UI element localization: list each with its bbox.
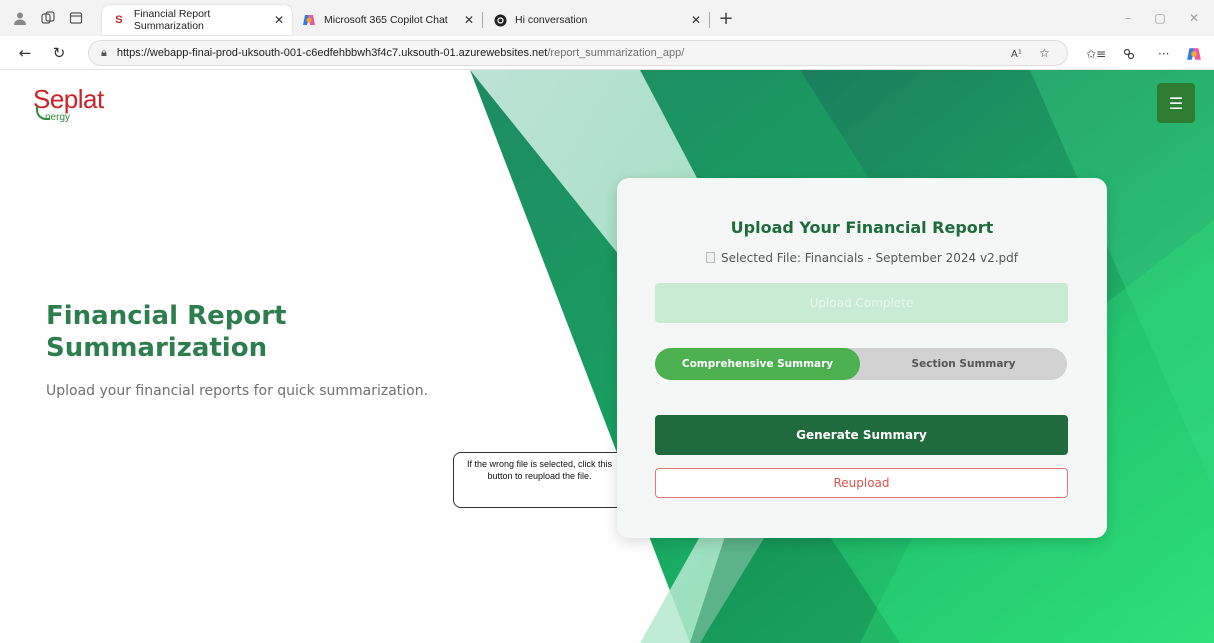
page-title: Financial Report Summarization [46,301,287,363]
tab-copilot-chat[interactable]: Microsoft 365 Copilot Chat ✕ [292,5,482,35]
restore-icon[interactable]: ▢ [1150,8,1170,28]
copilot-sidebar-icon[interactable] [1186,45,1202,63]
logo-subtext: nergy [45,112,71,123]
hamburger-menu-button[interactable]: ☰ [1157,83,1195,123]
url-path: /report_summarization_app/ [547,47,685,59]
annotation-callout: If the wrong file is selected, click thi… [453,452,626,508]
upload-card: Upload Your Financial Report Selected Fi… [617,178,1107,538]
seplat-favicon-icon: S [115,14,123,26]
generate-summary-button[interactable]: Generate Summary [655,415,1068,455]
tab-financial-report[interactable]: S Financial Report Summarization ✕ [102,5,292,35]
copilot-icon [302,13,316,27]
more-menu-icon[interactable]: ··· [1158,45,1169,63]
profile-icon[interactable] [6,4,34,32]
tab-divider [709,12,710,28]
back-icon[interactable]: ← [12,40,38,66]
section-summary-option[interactable]: Section Summary [860,348,1067,380]
url-input[interactable]: 🔒︎ https://webapp-finai-prod-uksouth-001… [88,40,1068,66]
favorites-icon[interactable]: ✩≡ [1086,45,1106,63]
refresh-icon[interactable]: ↻ [46,40,72,66]
tab-label: Financial Report Summarization [133,8,211,32]
chatgpt-icon [493,13,507,27]
menu-icon: ☰ [1168,93,1184,113]
selected-file-info: Selected File: Financials - September 20… [617,251,1107,265]
upload-complete-button[interactable]: Upload Complete [655,283,1068,323]
collections-icon[interactable] [1122,45,1136,63]
browser-address-bar: ← ↻ 🔒︎ https://webapp-finai-prod-uksouth… [0,36,1214,70]
favorite-star-icon[interactable]: ☆ [1039,44,1050,62]
workspaces-icon[interactable] [34,4,62,32]
selected-file-text: Selected File: Financials - September 20… [720,251,1019,265]
tab-label: Hi conversation [515,14,588,26]
page-content: Seplat nergy ☰ Financial Report Summariz… [0,70,1214,643]
close-tab-icon[interactable]: ✕ [691,13,701,27]
url-host: https://webapp-finai-prod-uksouth-001-c6… [116,47,548,59]
tab-hi-conversation[interactable]: Hi conversation ✕ [483,5,709,35]
upload-card-title: Upload Your Financial Report [730,218,994,237]
close-window-icon[interactable]: ✕ [1184,8,1204,28]
tab-label: Microsoft 365 Copilot Chat [324,14,448,26]
document-icon [705,252,715,263]
close-tab-icon[interactable]: ✕ [274,13,284,27]
seplat-logo[interactable]: Seplat nergy [33,86,104,123]
new-tab-button[interactable]: + [714,6,738,30]
reupload-button[interactable]: Reupload [655,468,1068,498]
read-aloud-icon[interactable]: A¹ [1011,45,1022,63]
lock-icon[interactable]: 🔒︎ [101,46,107,60]
minimize-icon[interactable]: – [1118,8,1138,28]
close-tab-icon[interactable]: ✕ [464,13,474,27]
browser-tab-bar: S Financial Report Summarization ✕ Micro… [0,0,1214,36]
page-subtitle: Upload your financial reports for quick … [46,383,429,399]
summary-type-toggle: Comprehensive Summary Section Summary [655,348,1067,380]
tab-actions-icon[interactable] [62,4,90,32]
comprehensive-summary-option[interactable]: Comprehensive Summary [655,348,860,380]
